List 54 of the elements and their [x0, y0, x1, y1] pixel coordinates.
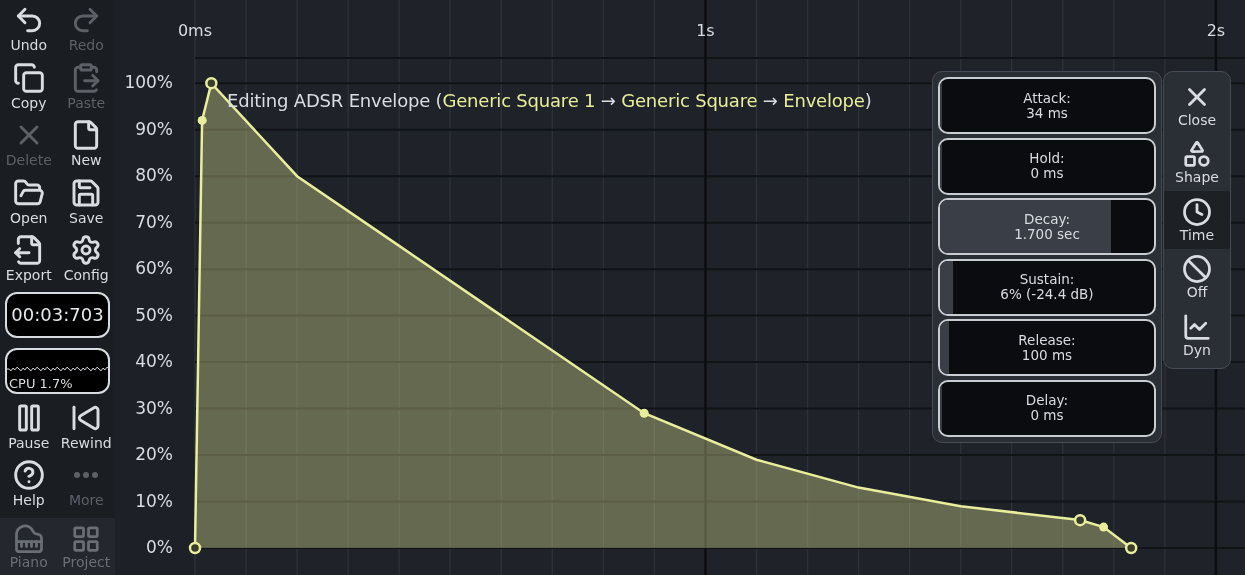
clock-icon: [1182, 196, 1212, 227]
line-chart-icon: [1182, 311, 1212, 342]
axis-tick-label: 60%: [135, 258, 173, 279]
toolbar-button[interactable]: Copy: [0, 57, 58, 115]
axis-tick-label: 10%: [135, 490, 173, 511]
parameter-slider[interactable]: Hold: 0 ms: [938, 137, 1156, 195]
parameter-slider[interactable]: Release: 100 ms: [938, 319, 1156, 376]
piano-icon: [13, 523, 44, 554]
mode-tab[interactable]: Time: [1164, 191, 1230, 249]
grid-icon: [71, 523, 102, 554]
editor-title: Editing ADSR Envelope (Generic Square 1 → Generic Square → Envelope): [227, 90, 872, 111]
parameter-slider[interactable]: Attack: 34 ms: [938, 77, 1156, 134]
toolbar-button[interactable]: Pause: [0, 397, 58, 455]
mode-tab[interactable]: Dyn: [1164, 306, 1230, 364]
toolbar-button[interactable]: Save: [57, 172, 115, 230]
more-icon: [74, 472, 99, 479]
ban-icon: [1182, 254, 1212, 285]
time-display: 00:03:703: [5, 291, 110, 338]
parameter-slider[interactable]: Delay: 0 ms: [938, 379, 1156, 437]
toolbar-button[interactable]: Help: [0, 455, 58, 513]
envelope-control-handle[interactable]: [197, 115, 207, 125]
help-icon: [12, 459, 45, 492]
axis-tick-label: 50%: [135, 304, 173, 325]
parameter-slider[interactable]: Sustain: 6% (-24.4 dB): [938, 258, 1156, 316]
axis-tick-label: 30%: [135, 397, 173, 418]
copy-icon: [12, 61, 45, 94]
toolbar-button[interactable]: New: [57, 115, 115, 173]
mode-tab[interactable]: Off: [1164, 248, 1230, 306]
mode-tab[interactable]: Close: [1164, 76, 1230, 134]
axis-tick-label: 2s: [1206, 21, 1226, 40]
axis-tick-label: 40%: [135, 351, 173, 372]
axis-tick-label: 90%: [135, 118, 173, 139]
toolbar-button[interactable]: Open: [0, 172, 58, 230]
envelope-node-handle[interactable]: [1073, 513, 1087, 527]
axis-tick-label: 0%: [146, 537, 173, 558]
axis-tick-label: 70%: [135, 211, 173, 232]
axis-tick-label: 0ms: [177, 21, 213, 40]
axis-tick-label: 80%: [135, 165, 173, 186]
axis-tick-label: 20%: [135, 444, 173, 465]
envelope-node-handle[interactable]: [205, 76, 218, 90]
shapes-icon: [1182, 139, 1212, 170]
toolbar-button[interactable]: Export: [0, 230, 58, 288]
toolbar-button[interactable]: Config: [57, 230, 115, 288]
envelope-control-handle[interactable]: [1099, 522, 1109, 532]
envelope-node-handle[interactable]: [1124, 541, 1138, 555]
parameter-slider[interactable]: Decay: 1.700 sec: [938, 198, 1156, 255]
mode-tab[interactable]: Shape: [1164, 133, 1230, 191]
envelope-control-handle[interactable]: [639, 408, 649, 418]
axis-tick-label: 100%: [124, 72, 173, 93]
cpu-label: CPU 1.7%: [9, 375, 73, 391]
toolbar-button[interactable]: Undo: [0, 0, 58, 58]
axis-tick-label: 1s: [696, 21, 715, 40]
envelope-node-handle[interactable]: [188, 541, 202, 555]
toolbar-button[interactable]: Rewind: [57, 397, 115, 455]
